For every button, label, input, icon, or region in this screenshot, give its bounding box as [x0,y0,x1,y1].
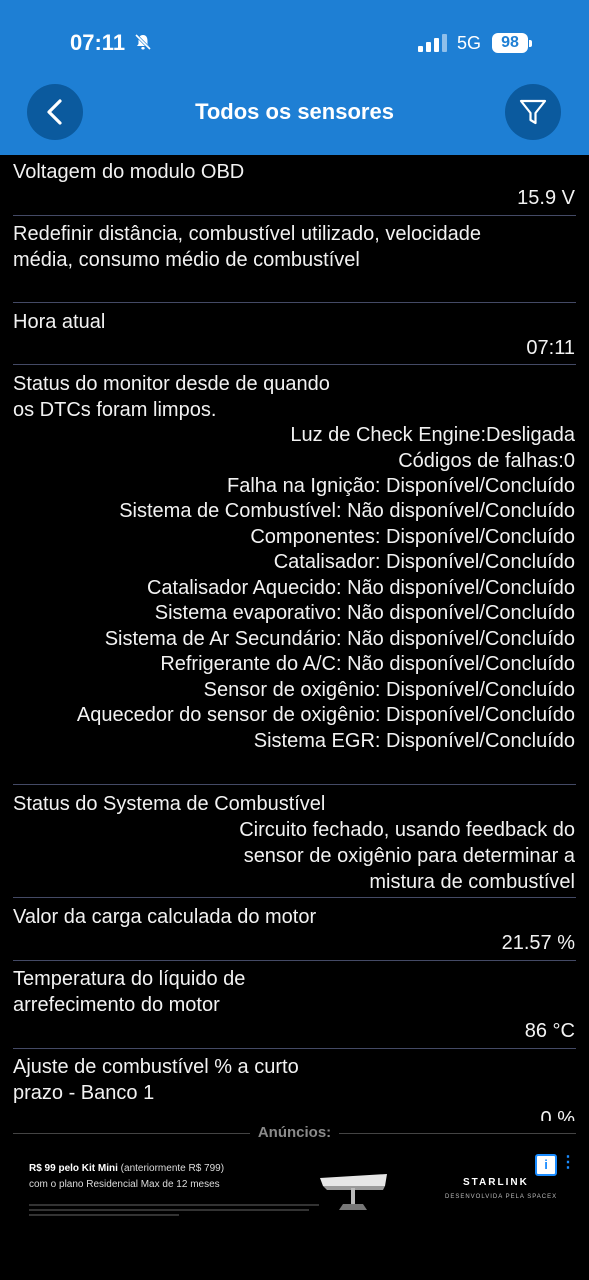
divider [13,302,576,303]
ads-label: Anúncios: [0,1124,589,1142]
sensor-value: 0 % [540,1108,575,1121]
divider [13,215,576,216]
ad-brand-sub: DESENVOLVIDA PELA SPACEX [445,1194,558,1200]
sensor-label: média, consumo médio de combustível [13,249,360,271]
sensor-value: Sistema de Combustível: Não disponível/C… [119,500,575,522]
sensor-value: 21.57 % [501,932,575,954]
sensor-value: 07:11 [526,337,575,359]
divider [13,897,576,898]
page-title: Todos os sensores [195,99,394,124]
app-header: 07:11 5G 98 Todos os sensores [0,0,589,155]
ad-brand: STARLINK [463,1177,529,1188]
ad-banner[interactable]: R$ 99 pelo Kit Mini (anteriormente R$ 79… [0,1146,589,1280]
ad-more-icon[interactable]: ⋮ [560,1155,576,1171]
sensor-label: Redefinir distância, combustível utiliza… [13,223,482,245]
sensor-value: sensor de oxigênio para determinar a [243,845,575,867]
status-time: 07:11 [70,30,126,55]
sensor-value: Catalisador Aquecido: Não disponível/Con… [146,577,575,599]
divider [13,364,576,365]
sensor-label: Hora atual [13,311,106,333]
signal-icon [418,34,447,52]
battery-icon: 98 [492,33,532,53]
sensor-value: Sistema EGR: Disponível/Concluído [253,730,575,752]
filter-button[interactable] [505,84,561,140]
sensor-value: Componentes: Disponível/Concluído [250,526,575,548]
sensor-value: Circuito fechado, usando feedback do [239,819,575,841]
sensor-label: Status do monitor desde de quando [13,373,330,395]
filter-icon [519,99,547,125]
bell-muted-icon [134,33,152,51]
sensor-value: Falha na Ignição: Disponível/Concluído [227,475,575,497]
sensor-label: os DTCs foram limpos. [13,399,217,421]
divider [13,1048,576,1049]
sensor-value: Refrigerante do A/C: Não disponível/Conc… [160,653,575,675]
sensor-value: Sistema de Ar Secundário: Não disponível… [104,628,575,650]
sensor-value: Sensor de oxigênio: Disponível/Concluído [203,679,575,701]
sensor-value: mistura de combustível [369,871,575,893]
sensor-list[interactable]: Voltagem do modulo OBD 15.9 V Redefinir … [0,155,589,1121]
sensor-label: Status do Systema de Combustível [13,793,326,815]
divider [13,784,576,785]
sensor-label: Voltagem do modulo OBD [13,161,245,183]
network-type: 5G [457,33,482,53]
sensor-label: prazo - Banco 1 [13,1082,155,1104]
sensor-label: arrefecimento do motor [13,994,220,1016]
sensor-value: 86 °C [524,1020,575,1042]
sensor-value: Catalisador: Disponível/Concluído [273,551,575,573]
sensor-value: Luz de Check Engine:Desligada [290,424,575,446]
divider [13,960,576,961]
ad-price-text: R$ 99 pelo Kit Mini (anteriormente R$ 79… [29,1163,225,1190]
sensor-label: Temperatura do líquido de [13,968,246,990]
battery-level: 98 [492,33,528,53]
ad-fine-print [29,1204,329,1220]
sensor-value: Aquecedor do sensor de oxigênio: Disponí… [76,704,575,726]
sensor-label: Valor da carga calculada do motor [13,906,317,928]
sensor-value: Códigos de falhas:0 [398,450,575,472]
ad-info-icon[interactable]: i [535,1154,557,1176]
sensor-value: Sistema evaporativo: Não disponível/Conc… [154,602,575,624]
sensor-label: Ajuste de combustível % a curto [13,1056,299,1078]
starlink-dish-image [320,1174,387,1210]
sensor-value: 15.9 V [517,187,575,209]
